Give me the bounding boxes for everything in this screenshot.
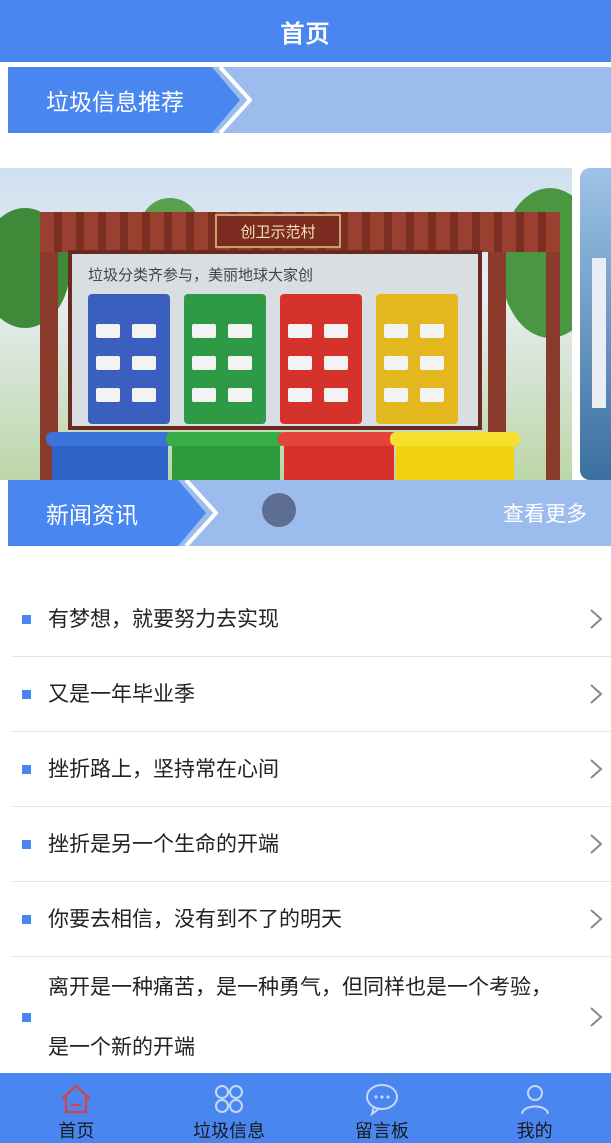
news-title: 挫折是另一个生命的开端 bbox=[48, 832, 279, 856]
news-list-item[interactable]: 离开是一种痛苦，是一种勇气，但同样也是一个考验，是一个新的开端 bbox=[12, 957, 611, 1077]
news-title: 离开是一种痛苦，是一种勇气，但同样也是一个考验，是一个新的开端 bbox=[48, 975, 552, 1059]
carousel-indicator-dot[interactable] bbox=[262, 493, 296, 527]
tab-label: 垃圾信息 bbox=[193, 1121, 266, 1142]
tab-home[interactable]: 首页 bbox=[0, 1073, 153, 1143]
chevron-right-icon bbox=[590, 834, 603, 854]
bottom-tab-bar: 首页 垃圾信息 留言板 我的 bbox=[0, 1073, 611, 1143]
news-section-tab: 新闻资讯 bbox=[8, 480, 178, 546]
news-list-item[interactable]: 你要去相信，没有到不了的明天 bbox=[12, 882, 611, 957]
panel-yellow bbox=[376, 294, 458, 424]
bullet-square-icon bbox=[22, 614, 31, 624]
news-title: 又是一年毕业季 bbox=[48, 682, 195, 706]
post-far-right bbox=[546, 244, 560, 480]
tab-label: 首页 bbox=[58, 1121, 95, 1142]
recommend-section-header: 垃圾信息推荐 bbox=[8, 67, 611, 133]
grid-icon bbox=[215, 1085, 244, 1113]
panel-green bbox=[184, 294, 266, 424]
news-section-title: 新闻资讯 bbox=[46, 503, 138, 529]
chevron-right-icon bbox=[590, 909, 603, 929]
banner-carousel[interactable]: 创卫示范村 垃圾分类齐参与，美丽地球大家创 bbox=[0, 168, 611, 480]
roof-sign: 创卫示范村 bbox=[215, 214, 341, 248]
news-title: 挫折路上，坚持常在心间 bbox=[48, 757, 279, 781]
chevron-right-icon bbox=[184, 480, 218, 546]
chevron-right-icon bbox=[590, 609, 603, 629]
panel-red bbox=[280, 294, 362, 424]
chevron-right-icon bbox=[590, 1007, 603, 1027]
tab-label: 我的 bbox=[516, 1121, 553, 1142]
bin-yellow bbox=[390, 432, 520, 480]
news-title: 你要去相信，没有到不了的明天 bbox=[48, 907, 342, 931]
view-more-link[interactable]: 查看更多 bbox=[503, 480, 587, 546]
news-title: 有梦想，就要努力去实现 bbox=[48, 607, 279, 631]
news-list-item[interactable]: 挫折路上，坚持常在心间 bbox=[12, 732, 611, 807]
carousel-slide-garbage-board[interactable]: 创卫示范村 垃圾分类齐参与，美丽地球大家创 bbox=[0, 168, 572, 480]
bullet-square-icon bbox=[22, 764, 31, 774]
board-heading: 垃圾分类齐参与，美丽地球大家创 bbox=[88, 266, 314, 284]
notice-board: 垃圾分类齐参与，美丽地球大家创 bbox=[68, 250, 482, 430]
tab-message-board[interactable]: 留言板 bbox=[306, 1073, 459, 1143]
news-list-item[interactable]: 又是一年毕业季 bbox=[12, 657, 611, 732]
news-list-item[interactable]: 挫折是另一个生命的开端 bbox=[12, 807, 611, 882]
bullet-square-icon bbox=[22, 839, 31, 849]
tab-mine[interactable]: 我的 bbox=[458, 1073, 611, 1143]
tree-right bbox=[500, 188, 572, 338]
bullet-square-icon bbox=[22, 914, 31, 924]
carousel-slide-next[interactable] bbox=[580, 168, 611, 480]
chevron-right-icon bbox=[590, 759, 603, 779]
chat-bubble-icon bbox=[365, 1084, 398, 1117]
top-bar: 首页 bbox=[0, 0, 611, 62]
panel-blue bbox=[88, 294, 170, 424]
page-title: 首页 bbox=[280, 19, 331, 48]
bin-red bbox=[278, 432, 400, 480]
home-icon bbox=[61, 1084, 92, 1114]
bullet-square-icon bbox=[22, 689, 31, 699]
news-section-header: 新闻资讯 查看更多 bbox=[8, 480, 611, 546]
bin-blue bbox=[46, 432, 174, 480]
bin-green bbox=[166, 432, 286, 480]
recommend-section-tab: 垃圾信息推荐 bbox=[8, 67, 212, 133]
tab-garbage-info[interactable]: 垃圾信息 bbox=[153, 1073, 306, 1143]
bullet-square-icon bbox=[22, 1012, 31, 1022]
tab-label: 留言板 bbox=[354, 1121, 409, 1142]
chevron-right-icon bbox=[218, 67, 252, 133]
user-icon bbox=[520, 1085, 549, 1115]
recommend-section-title: 垃圾信息推荐 bbox=[46, 90, 184, 116]
news-list: 有梦想，就要努力去实现 又是一年毕业季 挫折路上，坚持常在心间 挫折是另一个生命… bbox=[12, 582, 611, 1077]
chevron-right-icon bbox=[590, 684, 603, 704]
news-list-item[interactable]: 有梦想，就要努力去实现 bbox=[12, 582, 611, 657]
